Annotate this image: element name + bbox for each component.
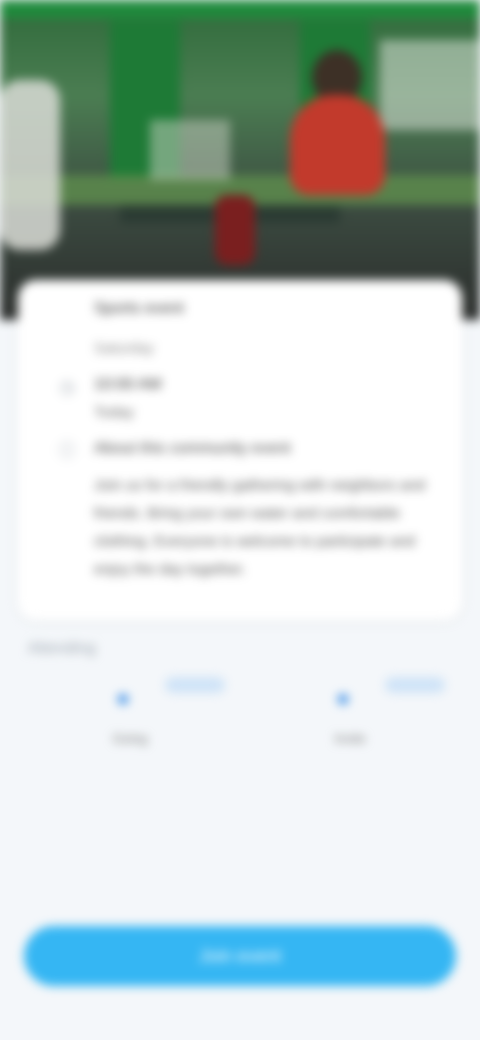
invite-badge [385, 677, 445, 693]
going-badge [165, 677, 225, 693]
event-day: Saturday [94, 340, 155, 357]
event-date: Today [94, 404, 135, 421]
cover-top-band [0, 0, 480, 18]
join-event-button[interactable]: Join event [24, 926, 456, 986]
invite-action[interactable]: ● Invite [305, 675, 465, 755]
cover-figure [150, 120, 230, 180]
cover-figure [380, 40, 480, 130]
cover-figure [0, 80, 60, 250]
person-icon: ● [115, 685, 131, 712]
going-label: Going [112, 731, 148, 746]
info-icon: ⓘ [58, 441, 76, 461]
cover-object [215, 195, 255, 265]
event-description-title: About this community event [94, 440, 291, 457]
attending-section-title: Attending [28, 640, 96, 657]
invite-label: Invite [334, 731, 366, 746]
event-description: Join us for a friendly gathering with ne… [94, 477, 426, 578]
going-action[interactable]: ● Going [85, 675, 245, 755]
person-icon: ● [335, 685, 351, 712]
event-cover-image [0, 0, 480, 320]
event-name: Sports event [94, 300, 184, 317]
event-time: 10:00 AM [94, 376, 162, 393]
event-details-card: Sports event Saturday ◷ 10:00 AM Today ⓘ… [18, 280, 462, 620]
cover-person [290, 95, 385, 195]
clock-icon: ◷ [59, 377, 75, 397]
